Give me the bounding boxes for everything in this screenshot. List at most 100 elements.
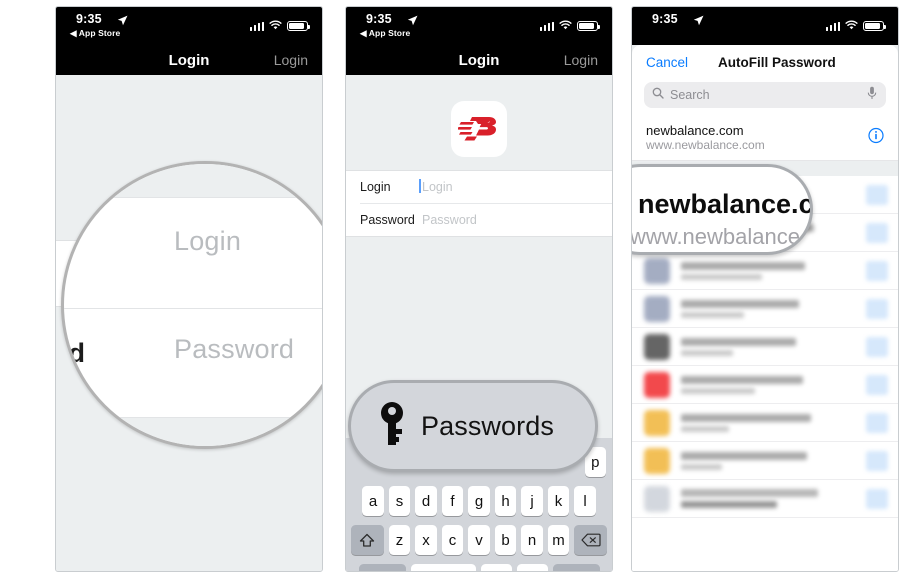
phone-panel-3: 9:35 Cancel AutoFill Password Search new… [631,6,899,572]
at-key[interactable]: @ [480,564,512,571]
login-action-button[interactable]: Login [274,52,308,68]
list-item[interactable] [632,404,898,442]
back-to-app-label[interactable]: ◀ App Store [360,28,410,39]
row-text [681,489,866,508]
magnified-url: www.newbalance [631,224,800,249]
cellular-signal-icon [825,21,840,31]
chevron-right-icon [866,336,888,357]
chevron-right-icon [866,260,888,281]
row-text [681,375,866,394]
status-bar: 9:35 [632,7,898,45]
key-j[interactable]: j [521,486,543,516]
site-icon [644,485,670,512]
site-icon [644,371,670,398]
cancel-button[interactable]: Cancel [646,55,688,70]
battery-icon [863,20,886,32]
battery-icon [287,20,310,32]
new-balance-logo [451,101,507,157]
site-icon [644,333,670,360]
magnified-login-placeholder: Login [174,226,242,256]
back-to-app-label[interactable]: ◀ App Store [70,28,120,39]
search-input[interactable]: Search [644,82,886,108]
key-l[interactable]: l [574,486,596,516]
list-item[interactable] [632,252,898,290]
key-f[interactable]: f [441,486,464,516]
next-key[interactable]: next [552,564,600,571]
panel-1-body: Login Login Password Password Login [56,75,322,571]
magnified-domain: newbalance.c [638,189,813,219]
list-item[interactable] [632,366,898,404]
password-field-label: Password [360,213,415,227]
key-g[interactable]: g [468,486,490,516]
chevron-right-icon [866,184,888,205]
list-item[interactable] [632,442,898,480]
info-icon[interactable] [868,127,884,148]
magnified-password-label-edge: rd [64,338,85,368]
row-text [681,413,866,432]
list-item[interactable] [632,290,898,328]
status-indicators [249,17,310,35]
key-d[interactable]: d [415,486,437,516]
search-icon [652,86,664,104]
status-time: 9:35 [76,12,102,26]
wifi-icon [269,17,282,35]
delete-icon[interactable] [574,525,608,555]
list-item[interactable] [632,328,898,366]
magnified-password-placeholder: Password [174,334,295,364]
site-icon [644,295,670,322]
key-h[interactable]: h [494,486,517,516]
page-title: Login [458,51,500,69]
key-v[interactable]: v [468,525,490,555]
phone-panel-1: 9:35 ◀ App Store Login Login Login Passw… [55,6,323,572]
chevron-right-icon [866,488,888,509]
key-z[interactable]: z [388,525,411,555]
chevron-right-icon [866,374,888,395]
password-field-row[interactable]: Password Password [346,204,612,236]
magnifier-callout-domain: newbalance.c www.newbalance [631,164,813,255]
key-b[interactable]: b [494,525,517,555]
wifi-icon [845,17,858,35]
status-bar: 9:35 ◀ App Store [56,7,322,45]
magnifier-callout-fields: Login Password rd [61,161,322,449]
panel-2-body: Login Login Password Password p a s d f … [346,75,612,571]
phone-panel-2: 9:35 ◀ App Store Login Login Login Login… [345,6,613,572]
period-key[interactable]: . [516,564,548,571]
keyboard-row-2: a s d f g h j k l [349,486,609,516]
key-icon [377,401,407,452]
key-c[interactable]: c [441,525,464,555]
login-action-button[interactable]: Login [564,52,598,68]
login-field-row[interactable]: Login Login [346,171,612,203]
row-text [681,299,866,318]
shift-icon[interactable] [350,525,384,555]
row-text [681,261,866,280]
key-m[interactable]: m [547,525,570,555]
nav-bar-1: Login Login [56,45,322,75]
key-x[interactable]: x [415,525,437,555]
cellular-signal-icon [249,21,264,31]
key-k[interactable]: k [547,486,570,516]
key-a[interactable]: a [362,486,384,516]
suggested-password-row[interactable]: newbalance.com www.newbalance.com [632,115,898,161]
chevron-right-icon [866,222,888,243]
wifi-icon [559,17,572,35]
autofill-sheet: Cancel AutoFill Password Search newbalan… [632,45,898,571]
site-icon [644,409,670,436]
row-text [681,451,866,470]
magnifier-callout-passwords: Passwords [348,380,598,472]
list-item[interactable] [632,480,898,518]
key-n[interactable]: n [521,525,543,555]
sheet-title: AutoFill Password [718,54,836,70]
text-cursor [419,179,421,193]
status-indicators [539,17,600,35]
microphone-icon[interactable] [867,86,877,105]
nav-bar-2: Login Login [346,45,612,75]
screenshot-stage: 9:35 ◀ App Store Login Login Login Passw… [0,0,900,579]
chevron-right-icon [866,450,888,471]
search-placeholder: Search [670,88,710,102]
status-bar: 9:35 ◀ App Store [346,7,612,45]
space-key[interactable]: space [410,564,476,571]
numeric-key[interactable]: 123 [358,564,406,571]
panel-3-body: Cancel AutoFill Password Search newbalan… [631,45,898,571]
key-s[interactable]: s [388,486,411,516]
site-icon [644,257,670,284]
